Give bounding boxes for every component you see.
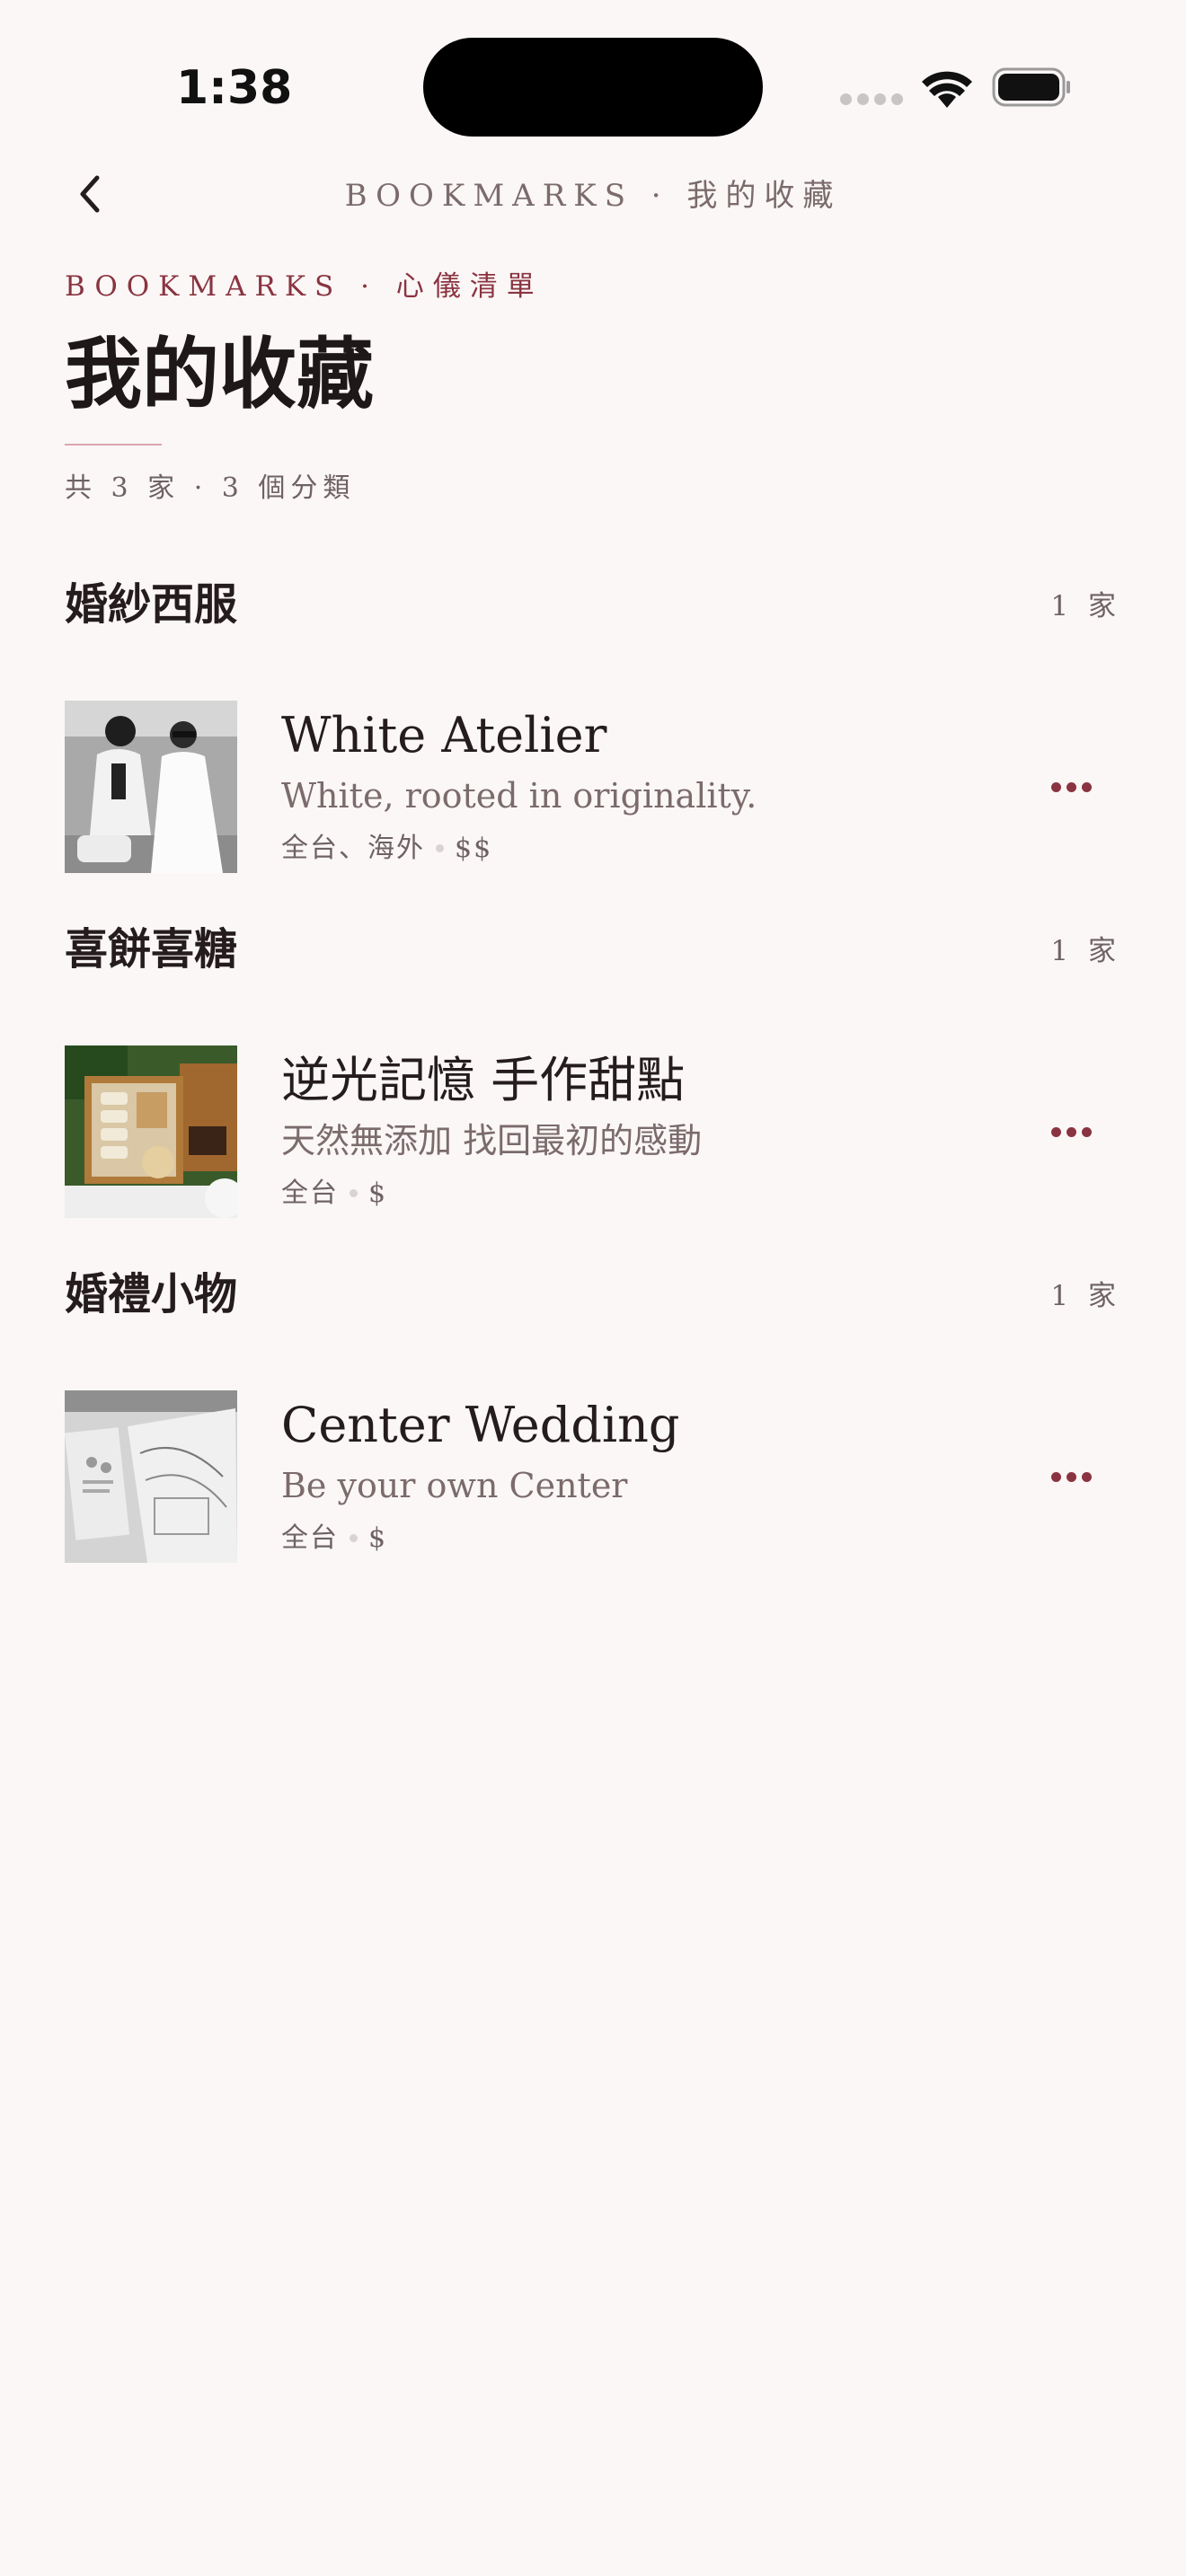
nav-title: BOOKMARKS · 我的收藏 <box>344 178 842 214</box>
vendor-tagline: Be your own Center <box>281 1466 628 1505</box>
wedding-couple-photo-icon <box>65 701 237 873</box>
vendor-tagline: 天然無添加 找回最初的感動 <box>281 1121 703 1160</box>
page-eyebrow: BOOKMARKS · 心儀清單 <box>65 270 544 303</box>
vendor-price: $$ <box>455 833 493 864</box>
section-title: 婚禮小物 <box>65 1269 238 1319</box>
title-divider <box>65 444 162 446</box>
separator-dot <box>436 843 444 852</box>
section-count: 1 家 <box>1050 935 1121 967</box>
section-header-wedding-attire: 婚紗西服 1 家 <box>65 573 1121 636</box>
bookmark-card[interactable]: 逆光記憶 手作甜點 天然無添加 找回最初的感動 全台 $ <box>65 1045 1121 1218</box>
vendor-region: 全台 <box>281 1178 339 1209</box>
wifi-icon <box>922 71 972 108</box>
vendor-meta: 全台 $ <box>281 1520 387 1557</box>
dynamic-island <box>423 38 763 137</box>
more-options-button[interactable] <box>1044 1459 1098 1495</box>
section-header-wedding-cakes: 喜餅喜糖 1 家 <box>65 918 1121 981</box>
bookmark-card[interactable]: Center Wedding Be your own Center 全台 $ <box>65 1390 1121 1563</box>
section-header-wedding-favors: 婚禮小物 1 家 <box>65 1263 1121 1326</box>
page-title: 我的收藏 <box>65 329 374 419</box>
vendor-tagline: White, rooted in originality. <box>281 776 757 816</box>
section-title: 喜餅喜糖 <box>65 924 238 975</box>
bookmark-summary: 共 3 家 · 3 個分類 <box>65 472 356 504</box>
status-time: 1:38 <box>176 61 293 115</box>
cellular-signal-icon <box>840 93 903 106</box>
vendor-price: $ <box>368 1522 388 1554</box>
pastry-box-photo-icon <box>65 1045 237 1218</box>
vendor-region: 全台、海外 <box>281 833 425 864</box>
more-options-button[interactable] <box>1044 1114 1098 1150</box>
bookmark-card[interactable]: White Atelier White, rooted in originali… <box>65 701 1121 873</box>
more-options-button[interactable] <box>1044 769 1098 805</box>
vendor-meta: 全台 $ <box>281 1175 387 1213</box>
separator-dot <box>350 1188 358 1197</box>
vendor-meta: 全台、海外 $$ <box>281 830 492 868</box>
separator-dot <box>350 1533 358 1542</box>
vendor-name[interactable]: Center Wedding <box>281 1392 680 1459</box>
vendor-name[interactable]: 逆光記憶 手作甜點 <box>281 1047 685 1114</box>
wedding-invitation-photo-icon <box>65 1390 237 1563</box>
section-title: 婚紗西服 <box>65 579 238 630</box>
section-count: 1 家 <box>1050 1280 1121 1312</box>
section-count: 1 家 <box>1050 590 1121 622</box>
battery-icon <box>992 67 1070 107</box>
vendor-region: 全台 <box>281 1522 339 1554</box>
vendor-name[interactable]: White Atelier <box>281 702 606 769</box>
back-button[interactable] <box>63 165 120 223</box>
vendor-price: $ <box>368 1178 388 1209</box>
